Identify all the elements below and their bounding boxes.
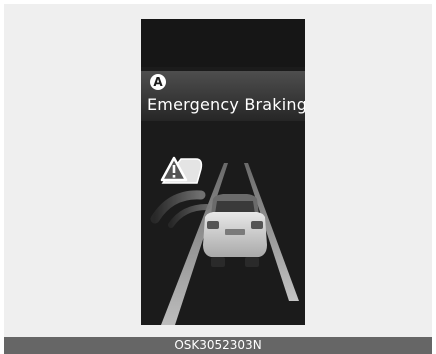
vehicle-ahead-icon <box>203 194 267 267</box>
cluster-display: A Emergency Braking <box>141 19 305 325</box>
figure-caption: OSK3052303N <box>4 337 432 354</box>
display-top-strip <box>141 19 305 67</box>
callout-badge: A <box>150 74 166 90</box>
forward-collision-warning-icon <box>160 156 203 184</box>
warning-message-text: Emergency Braking <box>147 95 305 114</box>
road-scene <box>150 156 299 325</box>
illustration-frame: A Emergency Braking <box>4 4 432 337</box>
